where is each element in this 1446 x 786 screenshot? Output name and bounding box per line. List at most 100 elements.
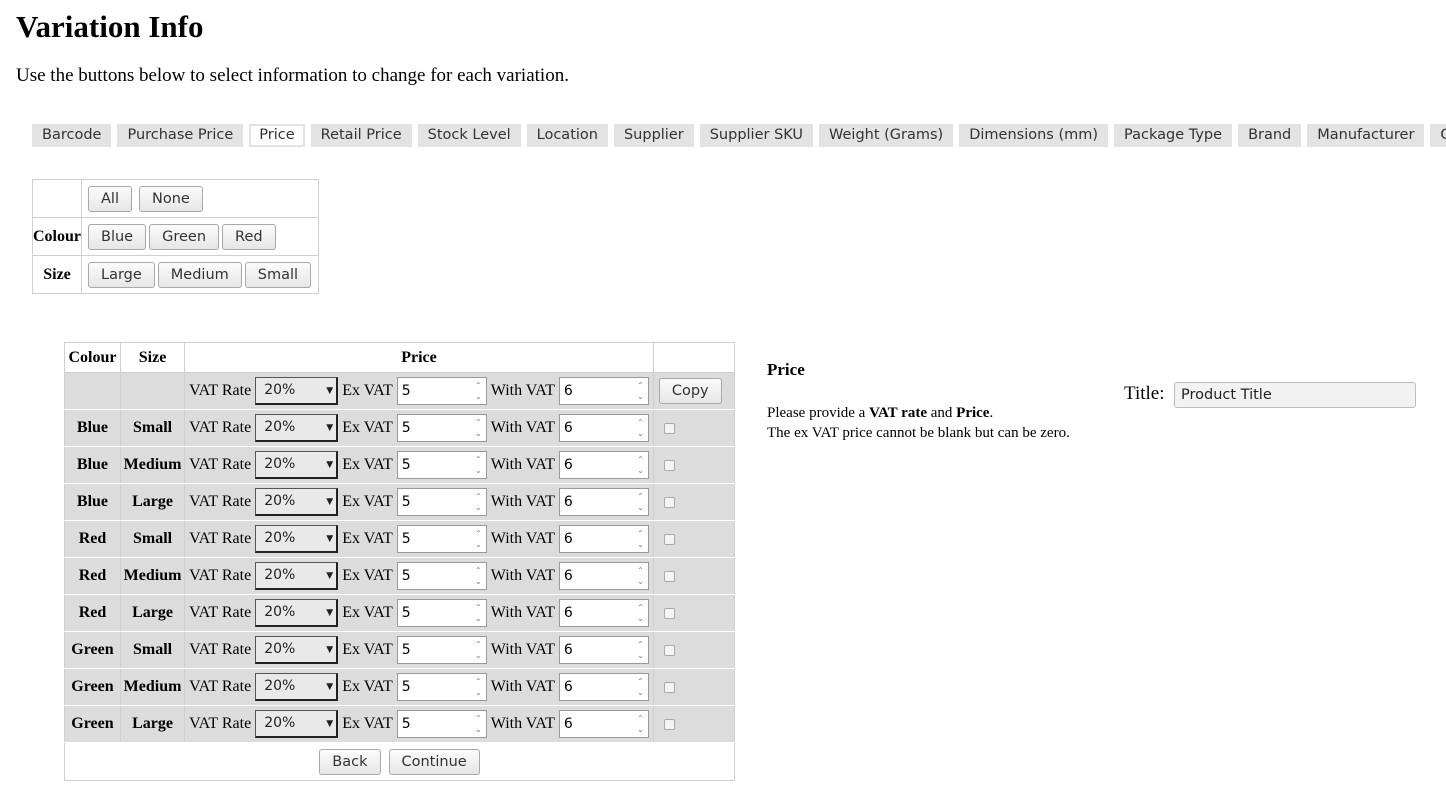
spinner-icon[interactable]: ⌃ ⌄ <box>475 565 482 587</box>
vat-rate-select[interactable]: 20% ▼ <box>255 414 339 442</box>
ex-vat-label: Ex VAT <box>342 714 393 732</box>
vat-rate-select[interactable]: 20% ▼ <box>255 599 339 627</box>
filter-colour-label: Colour <box>32 217 82 256</box>
colour-green-button[interactable]: Green <box>149 223 220 250</box>
with-vat-input[interactable]: 6 ⌃ ⌄ <box>558 710 649 738</box>
spinner-icon[interactable]: ⌃ ⌄ <box>637 491 644 513</box>
tab-retail-price[interactable]: Retail Price <box>310 124 412 147</box>
ex-vat-input[interactable]: 5 ⌃ ⌄ <box>396 414 487 442</box>
tab-supplier-sku[interactable]: Supplier SKU <box>699 124 814 147</box>
size-large-button[interactable]: Large <box>88 261 155 288</box>
spinner-icon[interactable]: ⌃ ⌄ <box>475 417 482 439</box>
ex-vat-input[interactable]: 5 ⌃ ⌄ <box>396 377 487 405</box>
select-none-button[interactable]: None <box>138 185 203 212</box>
ex-vat-input[interactable]: 5 ⌃ ⌄ <box>396 451 487 479</box>
header-price: Price <box>184 342 654 373</box>
filter-size-label: Size <box>32 255 82 294</box>
tab-brand[interactable]: Brand <box>1238 124 1302 147</box>
row-checkbox[interactable] <box>663 496 675 508</box>
table-row: Blue Large VAT Rate 20% ▼ Ex VAT 5 ⌃ ⌄ With VAT 6 ⌃… <box>64 483 736 521</box>
row-checkbox[interactable] <box>663 459 675 471</box>
with-vat-input[interactable]: 6 ⌃ ⌄ <box>558 599 649 627</box>
spinner-icon[interactable]: ⌃ ⌄ <box>475 528 482 550</box>
ex-vat-input[interactable]: 5 ⌃ ⌄ <box>396 525 487 553</box>
copy-button[interactable]: Copy <box>658 378 722 404</box>
spinner-icon[interactable]: ⌃ ⌄ <box>637 380 644 402</box>
with-vat-input[interactable]: 6 ⌃ ⌄ <box>558 451 649 479</box>
table-row: Red Small VAT Rate 20% ▼ Ex VAT 5 ⌃ ⌄ With VAT 6 ⌃ ⌄ <box>64 520 736 558</box>
ex-vat-label: Ex VAT <box>342 418 393 436</box>
vat-rate-select[interactable]: 20% ▼ <box>255 636 339 664</box>
info-text: Please provide a VAT rate and Price. The… <box>767 405 1070 441</box>
tab-purchase-price[interactable]: Purchase Price <box>117 124 244 147</box>
vat-rate-select[interactable]: 20% ▼ <box>255 525 339 553</box>
tab-gender[interactable]: Gender <box>1430 124 1446 147</box>
spinner-icon[interactable]: ⌃ ⌄ <box>637 565 644 587</box>
spinner-icon[interactable]: ⌃ ⌄ <box>475 602 482 624</box>
vat-rate-select[interactable]: 20% ▼ <box>255 562 339 590</box>
row-checkbox[interactable] <box>663 718 675 730</box>
with-vat-input[interactable]: 6 ⌃ ⌄ <box>558 562 649 590</box>
spinner-icon[interactable]: ⌃ ⌄ <box>475 454 482 476</box>
vat-rate-select[interactable]: 20% ▼ <box>255 377 339 405</box>
spinner-icon[interactable]: ⌃ ⌄ <box>637 639 644 661</box>
size-small-button[interactable]: Small <box>244 261 312 288</box>
ex-vat-input[interactable]: 5 ⌃ ⌄ <box>396 599 487 627</box>
table-row: Blue Small VAT Rate 20% ▼ Ex VAT 5 ⌃ ⌄ With VAT 6 ⌃… <box>64 409 736 447</box>
spinner-icon[interactable]: ⌃ ⌄ <box>637 417 644 439</box>
ex-vat-input[interactable]: 5 ⌃ ⌄ <box>396 636 487 664</box>
row-checkbox[interactable] <box>663 681 675 693</box>
ex-vat-label: Ex VAT <box>342 677 393 695</box>
tab-supplier[interactable]: Supplier <box>613 124 694 147</box>
spinner-icon[interactable]: ⌃ ⌄ <box>475 380 482 402</box>
spinner-icon[interactable]: ⌃ ⌄ <box>637 713 644 735</box>
spinner-icon[interactable]: ⌃ ⌄ <box>475 713 482 735</box>
row-checkbox[interactable] <box>663 644 675 656</box>
tab-barcode[interactable]: Barcode <box>32 124 112 147</box>
spinner-icon[interactable]: ⌃ ⌄ <box>637 602 644 624</box>
row-checkbox[interactable] <box>663 607 675 619</box>
spinner-icon[interactable]: ⌃ ⌄ <box>475 491 482 513</box>
row-checkbox[interactable] <box>663 570 675 582</box>
ex-vat-input[interactable]: 5 ⌃ ⌄ <box>396 673 487 701</box>
title-input[interactable] <box>1174 382 1416 408</box>
colour-red-button[interactable]: Red <box>222 223 276 250</box>
tab-dimensions-mm[interactable]: Dimensions (mm) <box>959 124 1109 147</box>
spinner-icon[interactable]: ⌃ ⌄ <box>637 528 644 550</box>
with-vat-input[interactable]: 6 ⌃ ⌄ <box>558 488 649 516</box>
spinner-icon[interactable]: ⌃ ⌄ <box>475 639 482 661</box>
tab-package-type[interactable]: Package Type <box>1114 124 1233 147</box>
vat-rate-select[interactable]: 20% ▼ <box>255 488 339 516</box>
select-all-button[interactable]: All <box>88 185 132 212</box>
colour-blue-button[interactable]: Blue <box>88 223 147 250</box>
spinner-icon[interactable]: ⌃ ⌄ <box>637 454 644 476</box>
tab-price[interactable]: Price <box>249 124 305 147</box>
with-vat-input[interactable]: 6 ⌃ ⌄ <box>558 636 649 664</box>
spinner-icon[interactable]: ⌃ ⌄ <box>475 676 482 698</box>
row-checkbox[interactable] <box>663 533 675 545</box>
tab-location[interactable]: Location <box>526 124 608 147</box>
vat-rate-label: VAT Rate <box>189 455 252 473</box>
tab-stock-level[interactable]: Stock Level <box>417 124 521 147</box>
with-vat-input[interactable]: 6 ⌃ ⌄ <box>558 673 649 701</box>
ex-vat-input[interactable]: 5 ⌃ ⌄ <box>396 562 487 590</box>
size-medium-button[interactable]: Medium <box>157 261 242 288</box>
spinner-icon[interactable]: ⌃ ⌄ <box>637 676 644 698</box>
dropdown-arrow-icon: ▼ <box>326 460 334 470</box>
dropdown-arrow-icon: ▼ <box>326 386 334 396</box>
back-button[interactable]: Back <box>319 748 381 775</box>
row-checkbox[interactable] <box>663 422 675 434</box>
table-row: Green Medium VAT Rate 20% ▼ Ex VAT 5 ⌃ ⌄ With VAT… <box>64 668 736 706</box>
row-colour: Blue <box>64 446 121 484</box>
tab-weight-grams[interactable]: Weight (Grams) <box>819 124 954 147</box>
with-vat-input[interactable]: 6 ⌃ ⌄ <box>558 414 649 442</box>
tab-manufacturer[interactable]: Manufacturer <box>1307 124 1425 147</box>
with-vat-input[interactable]: 6 ⌃ ⌄ <box>558 525 649 553</box>
ex-vat-input[interactable]: 5 ⌃ ⌄ <box>396 488 487 516</box>
continue-button[interactable]: Continue <box>388 748 480 775</box>
ex-vat-input[interactable]: 5 ⌃ ⌄ <box>396 710 487 738</box>
vat-rate-select[interactable]: 20% ▼ <box>255 673 339 701</box>
vat-rate-select[interactable]: 20% ▼ <box>255 451 339 479</box>
vat-rate-select[interactable]: 20% ▼ <box>255 710 339 738</box>
with-vat-input[interactable]: 6 ⌃ ⌄ <box>558 377 649 405</box>
